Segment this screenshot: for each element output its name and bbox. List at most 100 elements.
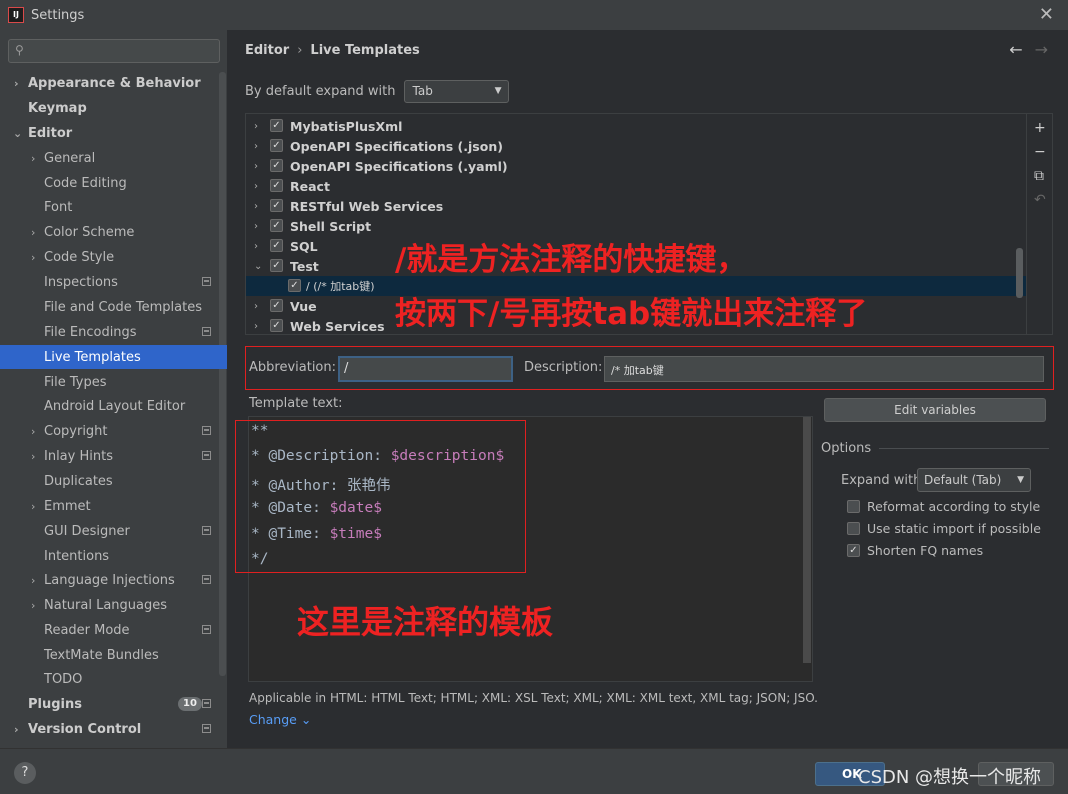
- tree-item-intentions[interactable]: Intentions: [0, 544, 227, 568]
- chevron-right-icon[interactable]: ›: [14, 77, 19, 90]
- template-group-checkbox[interactable]: ✓: [270, 299, 283, 312]
- tree-item-android-layout-editor[interactable]: Android Layout Editor: [0, 394, 227, 418]
- template-group-row[interactable]: › ✓ OpenAPI Specifications (.yaml): [246, 156, 1026, 176]
- tree-item-gui-designer[interactable]: GUI Designer: [0, 519, 227, 543]
- chevron-right-icon[interactable]: ›: [31, 226, 35, 239]
- tree-item-file-encodings[interactable]: File Encodings: [0, 320, 227, 344]
- tree-item-editor[interactable]: ⌄ Editor: [0, 121, 227, 145]
- chevron-right-icon[interactable]: ›: [14, 723, 19, 736]
- editor-scrollbar[interactable]: [803, 417, 811, 663]
- search-input[interactable]: [33, 42, 213, 60]
- template-group-row[interactable]: › ✓ RESTful Web Services: [246, 196, 1026, 216]
- tree-item-natural-languages[interactable]: › Natural Languages: [0, 593, 227, 617]
- close-icon[interactable]: ✕: [1039, 4, 1054, 25]
- chevron-right-icon[interactable]: ›: [254, 221, 258, 232]
- tree-item-code-editing[interactable]: Code Editing: [0, 171, 227, 195]
- chevron-right-icon[interactable]: ›: [31, 251, 35, 264]
- template-group-checkbox[interactable]: ✓: [270, 219, 283, 232]
- template-group-row[interactable]: › ✓ MybatisPlusXml: [246, 116, 1026, 136]
- static-import-checkbox[interactable]: [847, 522, 860, 535]
- project-settings-icon: [202, 526, 211, 535]
- settings-search[interactable]: ⚲: [8, 39, 220, 63]
- tree-item-language-injections[interactable]: › Language Injections: [0, 568, 227, 592]
- template-group-checkbox[interactable]: ✓: [270, 139, 283, 152]
- tree-item-code-style[interactable]: › Code Style: [0, 245, 227, 269]
- tree-item-todo[interactable]: TODO: [0, 667, 227, 691]
- default-expand-label: By default expand with: [245, 84, 396, 99]
- annotation-template: 这里是注释的模板: [297, 603, 554, 641]
- reformat-checkbox[interactable]: [847, 500, 860, 513]
- copy-icon[interactable]: ⧉: [1034, 168, 1044, 184]
- project-settings-icon: [202, 451, 211, 460]
- shorten-fq-checkbox[interactable]: ✓: [847, 544, 860, 557]
- tree-item-inlay-hints[interactable]: › Inlay Hints: [0, 444, 227, 468]
- chevron-right-icon[interactable]: ›: [31, 425, 35, 438]
- abbreviation-input[interactable]: /: [338, 356, 513, 382]
- template-group-checkbox[interactable]: ✓: [270, 179, 283, 192]
- template-group-checkbox[interactable]: ✓: [270, 119, 283, 132]
- chevron-right-icon[interactable]: ›: [254, 321, 258, 332]
- tree-item-plugins[interactable]: Plugins 10: [0, 692, 227, 716]
- tree-item-copyright[interactable]: › Copyright: [0, 419, 227, 443]
- chevron-down-icon[interactable]: ⌄: [13, 127, 22, 140]
- template-group-checkbox[interactable]: ✓: [270, 159, 283, 172]
- tree-item-label: Copyright: [44, 423, 108, 439]
- chevron-down-icon[interactable]: ⌄: [254, 261, 262, 272]
- template-group-checkbox[interactable]: ✓: [270, 259, 283, 272]
- chevron-right-icon[interactable]: ›: [254, 161, 258, 172]
- chevron-right-icon[interactable]: ›: [254, 301, 258, 312]
- tree-item-file-code-templates[interactable]: File and Code Templates: [0, 295, 227, 319]
- tree-item-label: Plugins: [28, 696, 82, 712]
- chevron-right-icon[interactable]: ›: [254, 141, 258, 152]
- expand-with-dropdown[interactable]: Default (Tab) ▼: [917, 468, 1031, 492]
- tree-item-general[interactable]: › General: [0, 146, 227, 170]
- tree-item-version-control[interactable]: › Version Control: [0, 717, 227, 741]
- template-group-name: OpenAPI Specifications (.json): [290, 138, 503, 154]
- chevron-right-icon[interactable]: ›: [254, 181, 258, 192]
- chevron-right-icon[interactable]: ›: [254, 241, 258, 252]
- template-group-row[interactable]: › ✓ Shell Script: [246, 216, 1026, 236]
- tree-item-duplicates[interactable]: Duplicates: [0, 469, 227, 493]
- chevron-right-icon[interactable]: ›: [31, 599, 35, 612]
- tree-item-appearance[interactable]: › Appearance & Behavior: [0, 71, 227, 95]
- static-import-label: Use static import if possible: [867, 521, 1041, 536]
- tree-item-reader-mode[interactable]: Reader Mode: [0, 618, 227, 642]
- chevron-right-icon[interactable]: ›: [31, 450, 35, 463]
- back-arrow-icon[interactable]: ←: [1009, 40, 1022, 59]
- edit-variables-button[interactable]: Edit variables: [824, 398, 1046, 422]
- tree-item-color-scheme[interactable]: › Color Scheme: [0, 220, 227, 244]
- chevron-right-icon[interactable]: ›: [31, 500, 35, 513]
- tree-item-textmate-bundles[interactable]: TextMate Bundles: [0, 643, 227, 667]
- tree-item-label: Font: [44, 199, 73, 215]
- tree-item-inspections[interactable]: Inspections: [0, 270, 227, 294]
- tree-item-label: Keymap: [28, 100, 87, 116]
- help-button[interactable]: ?: [14, 762, 36, 784]
- tree-item-label: Reader Mode: [44, 622, 130, 638]
- tree-item-font[interactable]: Font: [0, 195, 227, 219]
- template-list-scrollbar[interactable]: [1016, 248, 1023, 298]
- template-group-row[interactable]: › ✓ React: [246, 176, 1026, 196]
- tree-item-label: GUI Designer: [44, 523, 130, 539]
- template-item-checkbox[interactable]: ✓: [288, 279, 301, 292]
- tree-item-keymap[interactable]: Keymap: [0, 96, 227, 120]
- remove-icon[interactable]: −: [1034, 144, 1046, 160]
- template-group-checkbox[interactable]: ✓: [270, 199, 283, 212]
- change-contexts-link[interactable]: Change ⌄: [249, 712, 311, 727]
- tree-item-label: File and Code Templates: [44, 299, 202, 315]
- chevron-right-icon[interactable]: ›: [254, 121, 258, 132]
- description-input[interactable]: /* 加tab键: [604, 356, 1044, 382]
- template-group-row[interactable]: › ✓ OpenAPI Specifications (.json): [246, 136, 1026, 156]
- chevron-right-icon[interactable]: ›: [254, 201, 258, 212]
- tree-item-label: File Types: [44, 374, 107, 390]
- tree-item-file-types[interactable]: File Types: [0, 370, 227, 394]
- default-expand-dropdown[interactable]: Tab ▼: [403, 80, 509, 103]
- tree-item-live-templates[interactable]: Live Templates: [0, 345, 227, 369]
- template-group-checkbox[interactable]: ✓: [270, 239, 283, 252]
- expand-with-label: Expand with: [841, 473, 922, 488]
- chevron-right-icon[interactable]: ›: [31, 574, 35, 587]
- template-group-checkbox[interactable]: ✓: [270, 319, 283, 332]
- chevron-right-icon[interactable]: ›: [31, 152, 35, 165]
- breadcrumb-editor[interactable]: Editor: [245, 43, 289, 58]
- add-icon[interactable]: +: [1034, 120, 1046, 136]
- tree-item-emmet[interactable]: › Emmet: [0, 494, 227, 518]
